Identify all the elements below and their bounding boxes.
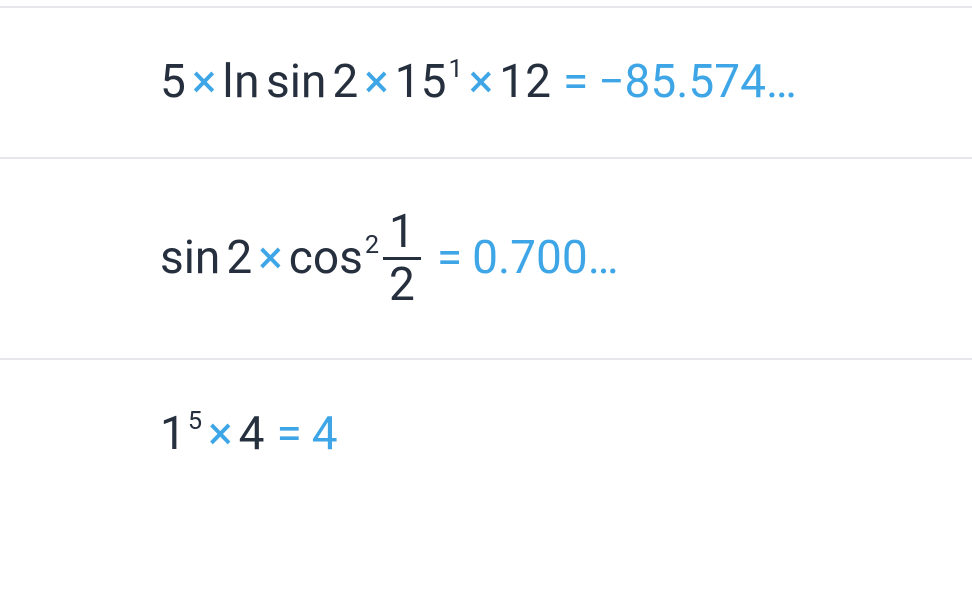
result: −85.574… bbox=[598, 56, 796, 109]
number: 15 bbox=[160, 408, 202, 461]
number: 2 bbox=[332, 56, 358, 109]
expression: 5 × ln sin 2 × 151 × 12 bbox=[160, 56, 551, 109]
expression: sin 2 × cos2 1 2 bbox=[160, 207, 425, 310]
cos-label: cos bbox=[289, 231, 363, 285]
exponent: 2 bbox=[363, 231, 379, 260]
number: 4 bbox=[239, 408, 265, 461]
function-ln: ln bbox=[222, 56, 260, 109]
result: 0.700… bbox=[472, 232, 618, 285]
history-row[interactable]: 15 × 4 = 4 bbox=[0, 358, 972, 509]
base: 15 bbox=[395, 55, 447, 109]
times-operator: × bbox=[358, 56, 395, 109]
fraction: 1 2 bbox=[383, 207, 421, 310]
expression: 15 × 4 bbox=[160, 408, 265, 461]
equals-sign: = bbox=[425, 232, 472, 285]
result: 4 bbox=[312, 408, 338, 461]
times-operator: × bbox=[186, 56, 223, 109]
denominator: 2 bbox=[383, 260, 421, 310]
times-operator: × bbox=[463, 56, 500, 109]
history-row[interactable]: sin 2 × cos2 1 2 = 0.700… bbox=[0, 157, 972, 358]
times-operator: × bbox=[252, 232, 289, 285]
number: 151 bbox=[395, 56, 463, 109]
function-cos: cos2 bbox=[289, 232, 379, 285]
history-row[interactable]: 5 × ln sin 2 × 151 × 12 = −85.574… bbox=[0, 6, 972, 157]
history-list: 5 × ln sin 2 × 151 × 12 = −85.574… sin 2… bbox=[0, 6, 972, 509]
number: 12 bbox=[499, 56, 551, 109]
function-sin: sin bbox=[266, 56, 326, 109]
base: 1 bbox=[160, 407, 186, 461]
times-operator: × bbox=[202, 408, 239, 461]
exponent: 1 bbox=[447, 55, 463, 84]
number: 2 bbox=[226, 232, 252, 285]
equals-sign: = bbox=[551, 56, 598, 109]
number: 5 bbox=[160, 56, 186, 109]
numerator: 1 bbox=[383, 207, 421, 257]
function-sin: sin bbox=[160, 232, 220, 285]
equals-sign: = bbox=[265, 408, 312, 461]
exponent: 5 bbox=[186, 407, 202, 436]
